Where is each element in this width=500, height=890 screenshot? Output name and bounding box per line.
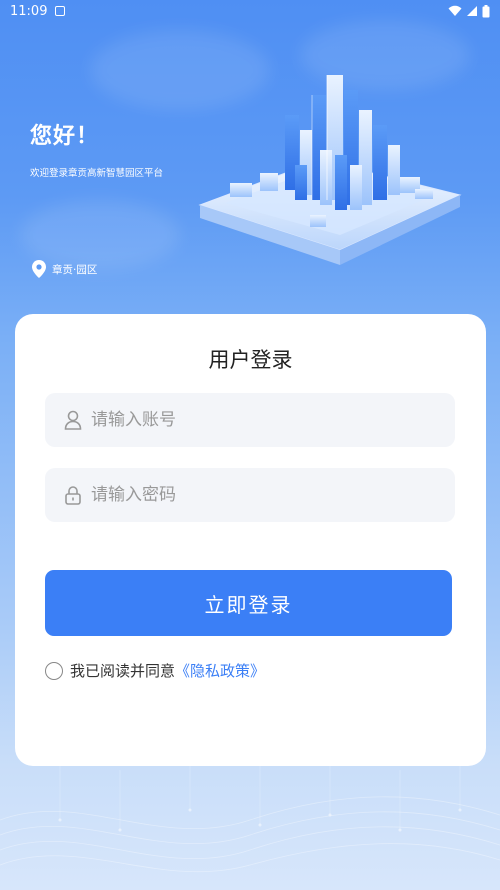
account-field[interactable] bbox=[45, 393, 455, 447]
login-button[interactable]: 立即登录 bbox=[45, 570, 452, 636]
map-pin-icon bbox=[32, 260, 46, 278]
decorative-wave-background bbox=[0, 760, 500, 873]
notification-icon bbox=[55, 6, 66, 16]
lock-icon bbox=[63, 485, 83, 505]
location-selector[interactable]: 章贡·园区 bbox=[32, 260, 97, 278]
status-time: 11:09 bbox=[10, 3, 48, 19]
welcome-subtitle: 欢迎登录章贡高新智慧园区平台 bbox=[30, 168, 164, 179]
battery-icon bbox=[482, 4, 490, 17]
login-title: 用户登录 bbox=[208, 348, 293, 372]
login-card: 用户登录 立即登录 我已阅读并同意 《隐私政策》 bbox=[15, 314, 486, 766]
password-field[interactable] bbox=[45, 468, 455, 522]
status-bar: 11:09 bbox=[0, 0, 500, 22]
smart-city-illustration bbox=[198, 75, 462, 265]
status-icons bbox=[448, 4, 490, 18]
wifi-icon bbox=[448, 5, 462, 16]
account-input[interactable] bbox=[91, 410, 431, 430]
location-label: 章贡·园区 bbox=[52, 263, 98, 276]
user-icon bbox=[63, 410, 83, 430]
password-input[interactable] bbox=[91, 485, 431, 505]
agree-text: 我已阅读并同意 bbox=[70, 662, 176, 680]
privacy-policy-link[interactable]: 《隐私政策》 bbox=[175, 660, 265, 681]
radio-unchecked-icon[interactable] bbox=[45, 661, 63, 680]
privacy-agreement: 我已阅读并同意 《隐私政策》 bbox=[45, 660, 265, 681]
signal-icon bbox=[467, 6, 477, 16]
greeting-title: 您好！ bbox=[30, 124, 100, 149]
